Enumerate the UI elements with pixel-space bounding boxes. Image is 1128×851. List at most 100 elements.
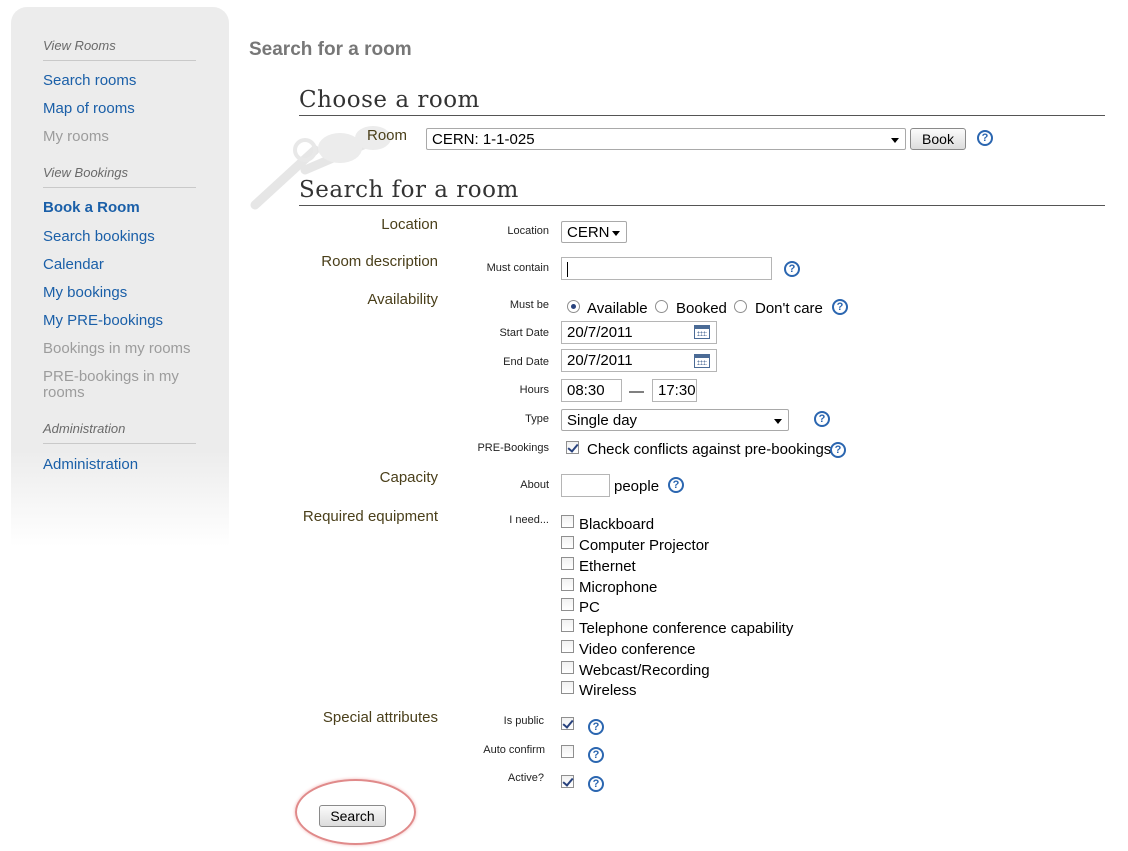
equipment-label: Webcast/Recording — [579, 662, 710, 679]
people-label: people — [614, 478, 660, 495]
active-label: Active? — [507, 772, 544, 784]
end-date-value: 20/7/2011 — [567, 352, 633, 369]
type-select[interactable]: Single day — [561, 409, 789, 431]
is-public-checkbox[interactable] — [561, 717, 574, 730]
about-label: About — [520, 479, 549, 491]
booked-label: Booked — [676, 300, 727, 317]
i-need-label: I need... — [509, 514, 549, 526]
room-select-value: CERN: 1-1-025 — [432, 131, 535, 148]
start-date-label: Start Date — [499, 327, 549, 339]
auto-confirm-checkbox[interactable] — [561, 745, 574, 758]
search-button[interactable]: Search — [319, 805, 386, 827]
equipment-checkbox-ethernet[interactable] — [561, 557, 574, 570]
capacity-group-label: Capacity — [379, 469, 438, 486]
equipment-label: Video conference — [579, 641, 696, 658]
room-select[interactable]: CERN: 1-1-025 — [426, 128, 906, 150]
hours-to-input[interactable]: 17:30 — [652, 379, 697, 402]
equipment-checkbox-blackboard[interactable] — [561, 515, 574, 528]
help-icon[interactable]: ? — [668, 477, 684, 493]
sidebar-item-my-rooms: My rooms — [43, 128, 109, 145]
pre-bookings-checkbox[interactable] — [566, 441, 579, 454]
type-label: Type — [525, 413, 549, 425]
calendar-icon[interactable] — [694, 325, 710, 339]
sidebar-item-label-line2: rooms — [43, 384, 85, 401]
available-label: Available — [587, 300, 648, 317]
help-icon[interactable]: ? — [588, 747, 604, 763]
sidebar-item-my-pre-bookings[interactable]: My PRE-bookings — [43, 312, 163, 329]
auto-confirm-label: Auto confirm — [483, 744, 545, 756]
equipment-checkbox-telephone-conference[interactable] — [561, 619, 574, 632]
equipment-label: Microphone — [579, 579, 658, 596]
calendar-icon[interactable] — [694, 354, 710, 368]
search-room-heading: Search for a room — [299, 177, 1105, 206]
help-icon[interactable]: ? — [977, 130, 993, 146]
availability-group-label: Availability — [367, 291, 438, 308]
text-cursor — [567, 261, 568, 277]
equipment-checkbox-microphone[interactable] — [561, 578, 574, 591]
equipment-label: Telephone conference capability — [579, 620, 794, 637]
equipment-label: Ethernet — [579, 558, 636, 575]
hours-from-input[interactable]: 08:30 — [561, 379, 622, 402]
location-field-label: Location — [507, 225, 549, 237]
sidebar-item-bookings-in-my-rooms: Bookings in my rooms — [43, 340, 191, 357]
sidebar-section-administration: Administration — [43, 421, 196, 444]
equipment-checkbox-wireless[interactable] — [561, 681, 574, 694]
location-select[interactable]: CERN — [561, 221, 627, 243]
chevron-down-icon — [774, 419, 782, 424]
help-icon[interactable]: ? — [832, 299, 848, 315]
type-select-value: Single day — [567, 412, 638, 429]
help-icon[interactable]: ? — [830, 442, 846, 458]
pre-bookings-text: Check conflicts against pre-bookings — [587, 441, 832, 458]
active-checkbox[interactable] — [561, 775, 574, 788]
equipment-group-label: Required equipment — [302, 508, 438, 525]
sidebar-item-my-bookings[interactable]: My bookings — [43, 284, 127, 301]
sidebar-item-search-bookings[interactable]: Search bookings — [43, 228, 155, 245]
equipment-label: Computer Projector — [579, 537, 710, 554]
dont-care-label: Don't care — [755, 300, 823, 317]
sidebar: View Rooms Search rooms Map of rooms My … — [11, 7, 229, 547]
chevron-down-icon — [612, 231, 620, 236]
must-be-label: Must be — [509, 299, 549, 311]
sidebar-item-calendar[interactable]: Calendar — [43, 256, 104, 273]
sidebar-item-administration[interactable]: Administration — [43, 456, 138, 473]
help-icon[interactable]: ? — [588, 719, 604, 735]
chevron-down-icon — [891, 138, 899, 143]
choose-room-heading: Choose a room — [299, 87, 1105, 116]
sidebar-item-pre-bookings-in-my-rooms: PRE-bookings in my rooms — [43, 368, 179, 401]
equipment-checkbox-video-conference[interactable] — [561, 640, 574, 653]
equipment-label: Wireless — [579, 682, 637, 699]
dont-care-radio[interactable] — [734, 300, 747, 313]
sidebar-item-map-of-rooms[interactable]: Map of rooms — [43, 100, 135, 117]
available-radio[interactable] — [567, 300, 580, 313]
equipment-checkbox-pc[interactable] — [561, 598, 574, 611]
help-icon[interactable]: ? — [814, 411, 830, 427]
help-icon[interactable]: ? — [588, 776, 604, 792]
sidebar-item-label-line1: PRE-bookings in my — [43, 368, 179, 385]
must-contain-input[interactable] — [561, 257, 772, 280]
special-attributes-group-label: Special attributes — [322, 709, 438, 726]
room-description-group-label: Room description — [321, 253, 438, 270]
location-select-value: CERN — [567, 224, 610, 241]
sidebar-section-view-bookings: View Bookings — [43, 165, 196, 188]
help-icon[interactable]: ? — [784, 261, 800, 277]
location-group-label: Location — [381, 216, 438, 233]
sidebar-item-search-rooms[interactable]: Search rooms — [43, 72, 136, 89]
equipment-label: PC — [579, 599, 600, 616]
equipment-checkbox-computer-projector[interactable] — [561, 536, 574, 549]
equipment-label: Blackboard — [579, 516, 655, 533]
room-label: Room — [366, 127, 407, 144]
booked-radio[interactable] — [655, 300, 668, 313]
end-date-label: End Date — [503, 356, 549, 368]
pre-bookings-label: PRE-Bookings — [477, 442, 549, 454]
sidebar-section-view-rooms: View Rooms — [43, 38, 196, 61]
sidebar-item-book-a-room[interactable]: Book a Room — [43, 199, 140, 216]
hours-label: Hours — [519, 384, 549, 396]
equipment-checkbox-webcast-recording[interactable] — [561, 661, 574, 674]
page-title: Search for a room — [249, 39, 412, 60]
must-contain-label: Must contain — [486, 262, 549, 274]
is-public-label: Is public — [503, 715, 544, 727]
start-date-value: 20/7/2011 — [567, 324, 633, 341]
about-input[interactable] — [561, 474, 610, 497]
hours-separator: — — [629, 383, 644, 400]
book-button[interactable]: Book — [910, 128, 966, 150]
